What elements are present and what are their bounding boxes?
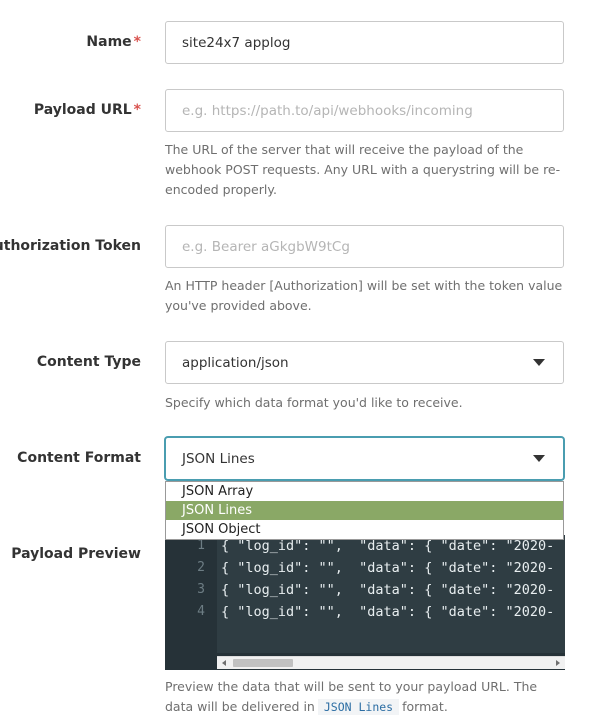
line-number: 4 (197, 604, 205, 619)
name-label: Name * (86, 34, 141, 50)
option-json-array[interactable]: JSON Array (166, 482, 563, 501)
auth-token-label: Authorization Token (0, 238, 141, 254)
line-number-gutter: 1 2 3 4 (165, 535, 217, 670)
code-line: { "log_id": "", "data": { "date": "2020- (221, 582, 555, 598)
payload-url-help: The URL of the server that will receive … (165, 142, 561, 197)
code-line: { "log_id": "", "data": { "date": "2020- (221, 604, 555, 620)
payload-preview-help: Preview the data that will be sent to yo… (165, 677, 565, 717)
option-json-lines[interactable]: JSON Lines (166, 501, 563, 520)
payload-url-label-text: Payload URL (33, 102, 132, 118)
scrollbar-thumb[interactable] (233, 659, 293, 667)
code-area[interactable]: { "log_id": "", "data": { "date": "2020-… (217, 535, 565, 653)
content-type-label: Content Type (36, 354, 141, 370)
horizontal-scrollbar[interactable] (217, 656, 565, 669)
option-json-object[interactable]: JSON Object (166, 520, 563, 539)
payload-url-required-mark: * (133, 102, 141, 118)
line-number: 2 (197, 560, 205, 575)
auth-token-input[interactable] (165, 225, 564, 268)
content-format-label: Content Format (17, 450, 141, 466)
auth-token-help: An HTTP header [Authorization] will be s… (165, 278, 563, 313)
format-code-badge: JSON Lines (317, 699, 400, 715)
content-type-help: Specify which data format you'd like to … (165, 395, 463, 410)
line-number: 3 (197, 582, 205, 597)
name-label-text: Name (86, 34, 132, 50)
content-type-select[interactable]: application/json (165, 341, 564, 384)
scroll-right-icon[interactable] (556, 660, 560, 666)
caret-down-icon (533, 359, 545, 366)
name-required-mark: * (133, 34, 141, 50)
content-format-select[interactable]: JSON Lines (165, 437, 564, 480)
content-format-dropdown: JSON Array JSON Lines JSON Object (165, 481, 564, 540)
payload-preview-editor[interactable]: 1 2 3 4 { "log_id": "", "data": { "date"… (165, 535, 565, 670)
caret-down-icon (533, 455, 545, 462)
content-format-value: JSON Lines (182, 450, 255, 467)
payload-url-input[interactable] (165, 89, 564, 132)
name-input[interactable] (165, 21, 564, 64)
payload-url-label: Payload URL * (34, 102, 141, 118)
code-line: { "log_id": "", "data": { "date": "2020- (221, 560, 555, 576)
content-type-value: application/json (182, 354, 289, 371)
payload-preview-help-suffix: format. (402, 699, 448, 714)
scroll-left-icon[interactable] (222, 660, 226, 666)
payload-preview-label: Payload Preview (11, 546, 141, 562)
